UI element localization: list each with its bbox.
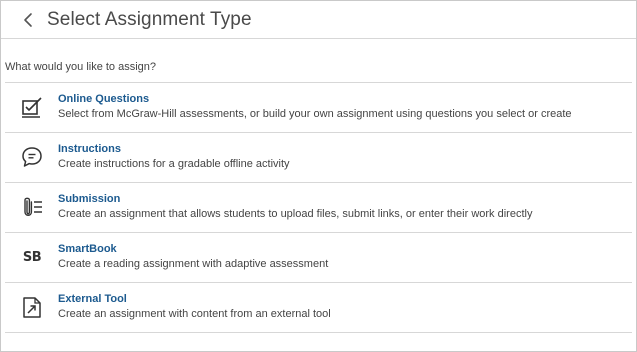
chevron-left-icon — [24, 12, 32, 27]
speech-bubble-icon — [19, 144, 45, 170]
option-submission[interactable]: Submission Create an assignment that all… — [5, 183, 632, 233]
option-description: Create instructions for a gradable offli… — [58, 158, 290, 170]
option-description: Create an assignment with content from a… — [58, 308, 331, 320]
back-button[interactable] — [15, 7, 41, 33]
page-title: Select Assignment Type — [47, 8, 252, 30]
option-online-questions[interactable]: Online Questions Select from McGraw-Hill… — [5, 83, 632, 133]
option-description: Select from McGraw-Hill assessments, or … — [58, 108, 572, 120]
option-name: Instructions — [58, 143, 121, 155]
header-bar: Select Assignment Type — [1, 1, 636, 39]
option-description: Create an assignment that allows student… — [58, 208, 533, 220]
attachment-list-icon — [19, 194, 45, 220]
option-name: SmartBook — [58, 243, 117, 255]
assignment-type-list: Online Questions Select from McGraw-Hill… — [5, 82, 632, 333]
prompt-text: What would you like to assign? — [5, 61, 157, 73]
option-name: Online Questions — [58, 93, 150, 105]
option-name: Submission — [58, 193, 121, 205]
checkbox-edit-icon — [19, 94, 45, 120]
option-smartbook[interactable]: SB SmartBook Create a reading assignment… — [5, 233, 632, 283]
external-link-icon — [19, 294, 45, 320]
assignment-type-panel: Select Assignment Type What would you li… — [0, 0, 637, 352]
option-instructions[interactable]: Instructions Create instructions for a g… — [5, 133, 632, 183]
option-description: Create a reading assignment with adaptiv… — [58, 258, 329, 270]
option-external-tool[interactable]: External Tool Create an assignment with … — [5, 283, 632, 333]
option-name: External Tool — [58, 293, 127, 305]
smartbook-icon: SB — [22, 249, 42, 265]
